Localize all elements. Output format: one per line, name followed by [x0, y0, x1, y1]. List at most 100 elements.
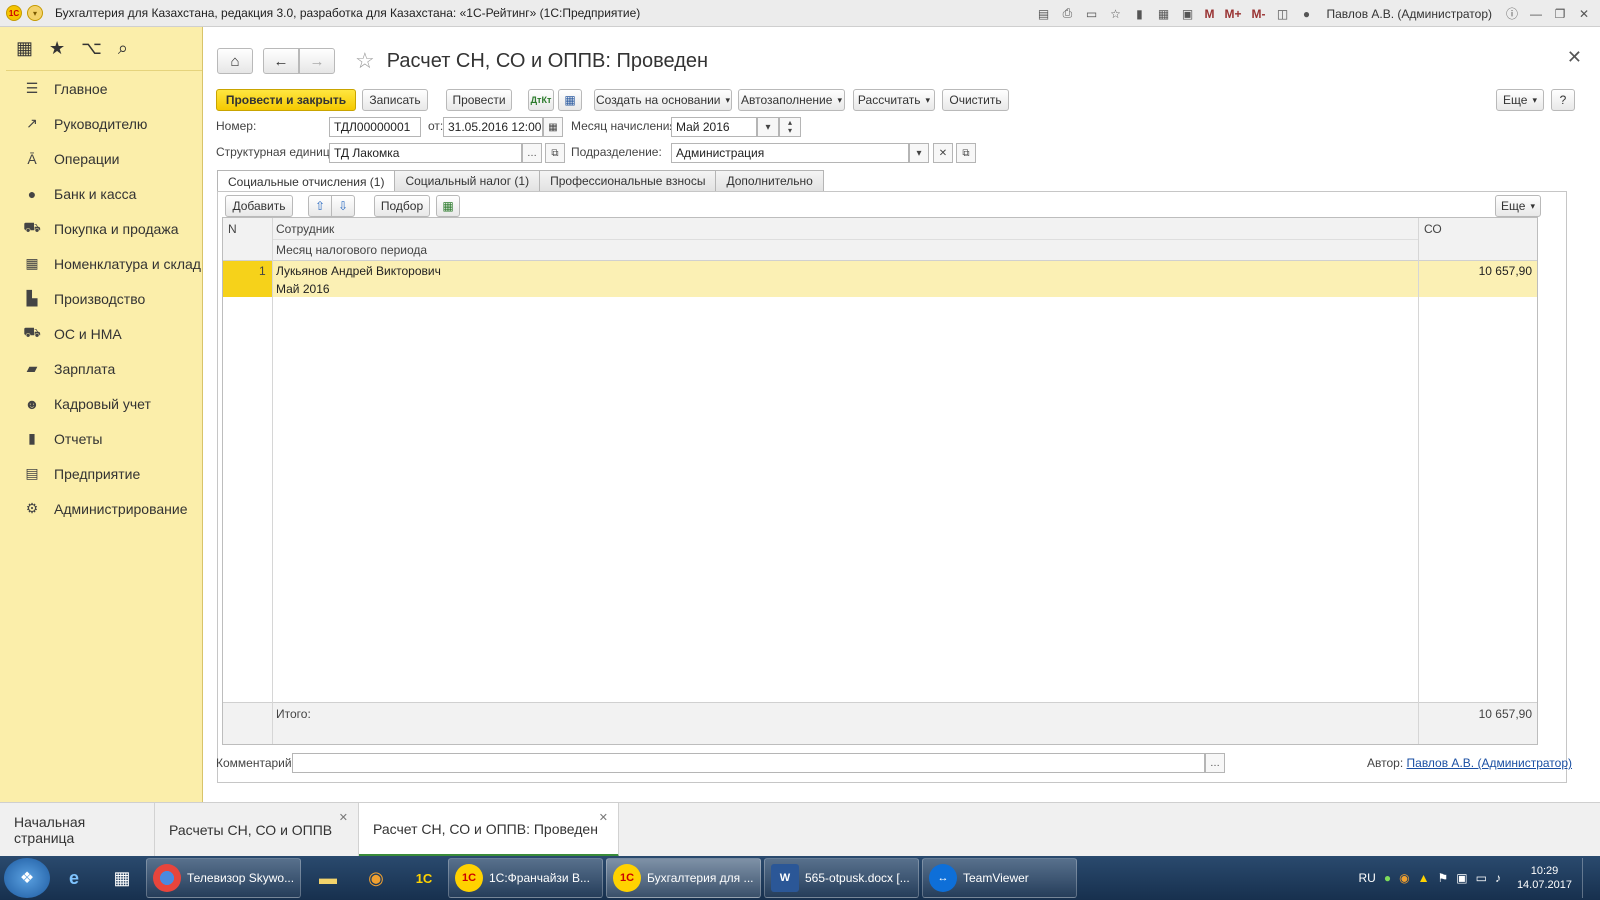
sidebar-item-salary[interactable]: ▰ Зарплата	[6, 351, 202, 386]
back-button[interactable]: ←	[263, 48, 299, 74]
memory-m-plus-button[interactable]: M+	[1221, 4, 1244, 24]
table-row[interactable]: 1 Лукьянов Андрей Викторович Май 2016 10…	[223, 261, 1537, 297]
unit-open-button[interactable]: ⧉	[545, 143, 565, 163]
ie-pinned[interactable]: e	[50, 858, 98, 898]
table-more-button[interactable]: Еще ▾	[1495, 195, 1541, 217]
flag-icon[interactable]: ⚑	[1437, 871, 1448, 885]
outlook-pinned[interactable]: ◉	[352, 858, 400, 898]
start-button[interactable]: ❖	[4, 858, 50, 898]
favorite-star-icon[interactable]: ☆	[355, 48, 375, 74]
favorites-add-icon[interactable]: ☆	[1105, 4, 1125, 24]
info-icon[interactable]: ⓘ	[1502, 4, 1522, 24]
structural-unit-input[interactable]: ТД Лакомка	[329, 143, 522, 163]
month-spinner[interactable]: ▴ ▾	[779, 117, 801, 137]
main-menu-icon[interactable]: ▾	[27, 5, 43, 21]
sidebar-item-main[interactable]: ☰ Главное	[6, 71, 202, 106]
app-logo-icon[interactable]: 1C	[6, 5, 22, 21]
dt-kt-button[interactable]: ДтКт	[528, 89, 554, 111]
memory-m-button[interactable]: M	[1201, 4, 1217, 24]
sidebar-item-enterprise[interactable]: ▤ Предприятие	[6, 456, 202, 491]
network-icon[interactable]: ▣	[1456, 871, 1467, 885]
header-so[interactable]: СО	[1424, 222, 1442, 236]
calendar-icon[interactable]: ▣	[1177, 4, 1197, 24]
calculator-pinned[interactable]: ▦	[98, 858, 146, 898]
close-window-icon[interactable]: ✕	[1574, 4, 1594, 24]
create-based-button[interactable]: Создать на основании ▾	[594, 89, 732, 111]
header-employee[interactable]: Сотрудник	[276, 222, 334, 236]
number-input[interactable]: ТДЛ00000001	[329, 117, 421, 137]
help-button[interactable]: ?	[1551, 89, 1575, 111]
clock[interactable]: 10:29 14.07.2017	[1517, 864, 1572, 892]
calculate-button[interactable]: Рассчитать ▾	[853, 89, 935, 111]
department-input[interactable]: Администрация	[671, 143, 909, 163]
header-n[interactable]: N	[228, 222, 237, 236]
1c-tray-icon[interactable]: ▲	[1418, 871, 1430, 885]
header-tax-month[interactable]: Месяц налогового периода	[276, 243, 427, 257]
sidebar-item-production[interactable]: ▙ Производство	[6, 281, 202, 316]
comment-input[interactable]	[292, 753, 1205, 773]
sidebar-item-admin[interactable]: ⚙ Администрирование	[6, 491, 202, 526]
search-icon[interactable]: ⌕	[118, 38, 128, 59]
sidebar-item-bank[interactable]: ● Банк и касса	[6, 176, 202, 211]
close-tab-icon[interactable]: ✕	[339, 811, 348, 824]
move-up-button[interactable]: ⇧	[308, 195, 332, 217]
sidebar-item-hr[interactable]: ☻ Кадровый учет	[6, 386, 202, 421]
tab-social-contributions[interactable]: Социальные отчисления (1)	[217, 170, 396, 192]
date-input[interactable]: 31.05.2016 12:00:0	[443, 117, 543, 137]
save-button[interactable]: Записать	[362, 89, 428, 111]
save-icon[interactable]: ▤	[1033, 4, 1053, 24]
close-form-icon[interactable]: ✕	[1567, 47, 1582, 68]
home-button[interactable]: ⌂	[217, 48, 253, 74]
sidebar-item-reports[interactable]: ▮ Отчеты	[6, 421, 202, 456]
open-tab-list[interactable]: Расчеты СН, СО и ОППВ ✕	[155, 803, 359, 857]
more-actions-button[interactable]: Еще ▾	[1496, 89, 1544, 111]
agent-icon[interactable]: ●	[1384, 871, 1391, 885]
close-tab-icon[interactable]: ✕	[599, 811, 608, 824]
taskbar-app-1c-franchise[interactable]: 1С 1С:Франчайзи В...	[448, 858, 603, 898]
outlook-tray-icon[interactable]: ◉	[1399, 871, 1409, 885]
post-button[interactable]: Провести	[446, 89, 512, 111]
dept-dropdown-button[interactable]: ▾	[909, 143, 929, 163]
all-functions-icon[interactable]: ▦	[16, 38, 33, 59]
restore-icon[interactable]: ❐	[1550, 4, 1570, 24]
history-icon[interactable]: ⌥	[81, 38, 102, 59]
comment-expand-button[interactable]: …	[1205, 753, 1225, 773]
display-icon[interactable]: ▭	[1476, 871, 1487, 885]
tab-social-tax[interactable]: Социальный налог (1)	[394, 170, 541, 191]
preview-icon[interactable]: ▭	[1081, 4, 1101, 24]
row-tax-month[interactable]: Май 2016	[276, 282, 330, 296]
post-and-close-button[interactable]: Провести и закрыть	[216, 89, 356, 111]
memory-m-minus-button[interactable]: M-	[1249, 4, 1269, 24]
move-down-button[interactable]: ⇩	[331, 195, 355, 217]
bookmark-icon[interactable]: ▮	[1129, 4, 1149, 24]
minimize-icon[interactable]: —	[1526, 4, 1546, 24]
author-link[interactable]: Павлов А.В. (Администратор)	[1407, 756, 1573, 770]
sidebar-item-manager[interactable]: ↗ Руководителю	[6, 106, 202, 141]
calendar-picker-button[interactable]: ▦	[543, 117, 563, 137]
add-column-button[interactable]: ▦	[436, 195, 460, 217]
dept-clear-button[interactable]: ✕	[933, 143, 953, 163]
volume-muted-icon[interactable]: ♪	[1495, 871, 1501, 885]
clear-button[interactable]: Очистить	[942, 89, 1009, 111]
calculator-icon[interactable]: ▦	[1153, 4, 1173, 24]
favorites-icon[interactable]: ★	[49, 38, 65, 59]
structure-button[interactable]: ▦	[558, 89, 582, 111]
taskbar-app-chrome[interactable]: Телевизор Skywo...	[146, 858, 301, 898]
select-button[interactable]: Подбор	[374, 195, 430, 217]
explorer-pinned[interactable]: ▬	[304, 858, 352, 898]
forward-button[interactable]: →	[299, 48, 335, 74]
taskbar-app-teamviewer[interactable]: ↔ TeamViewer	[922, 858, 1077, 898]
taskbar-app-1c-accounting[interactable]: 1С Бухгалтерия для ...	[606, 858, 761, 898]
accrual-month-input[interactable]: Май 2016	[671, 117, 757, 137]
open-tab-document[interactable]: Расчет СН, СО и ОППВ: Проведен ✕	[359, 803, 619, 857]
autofill-button[interactable]: Автозаполнение ▾	[738, 89, 845, 111]
print-icon[interactable]: ⎙	[1057, 4, 1077, 24]
sidebar-item-nomenclature[interactable]: ▦ Номенклатура и склад	[6, 246, 202, 281]
tab-additional[interactable]: Дополнительно	[715, 170, 824, 191]
language-indicator[interactable]: RU	[1359, 871, 1376, 885]
sidebar-item-purchase-sale[interactable]: ⛟ Покупка и продажа	[6, 211, 202, 246]
month-dropdown-button[interactable]: ▾	[757, 117, 779, 137]
row-employee[interactable]: Лукьянов Андрей Викторович	[276, 264, 441, 278]
sidebar-item-operations[interactable]: Ā Операции	[6, 141, 202, 176]
row-so[interactable]: 10 657,90	[1479, 264, 1532, 278]
